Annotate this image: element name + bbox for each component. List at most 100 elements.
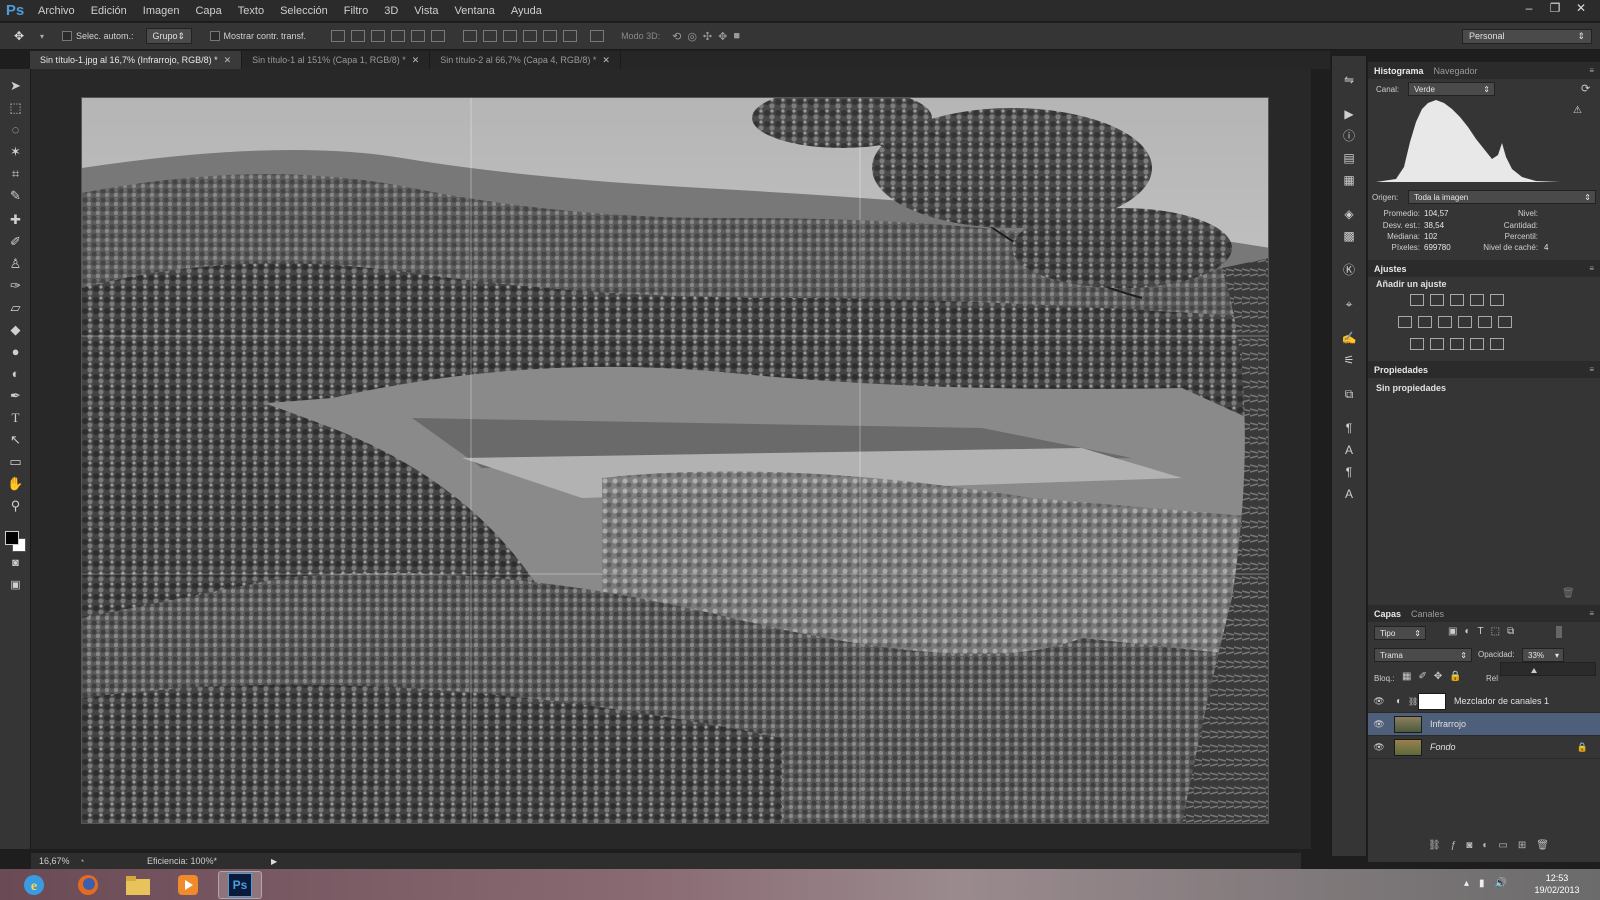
foreground-color-swatch[interactable]	[5, 531, 19, 545]
brush-panel-icon[interactable]: ⚟	[1341, 352, 1357, 368]
show-transform-checkbox[interactable]	[209, 31, 220, 41]
show-transform-option[interactable]: Mostrar contr. transf.	[209, 31, 306, 41]
type-tool-icon[interactable]: T	[7, 409, 24, 426]
menu-texto[interactable]: Texto	[230, 5, 272, 17]
landscape-image[interactable]	[81, 97, 1269, 824]
lock-all-icon[interactable]: 🔒	[1449, 671, 1461, 682]
curves-icon[interactable]	[1450, 294, 1464, 306]
new-layer-icon[interactable]: ⊞	[1518, 840, 1526, 851]
levels-icon[interactable]	[1430, 294, 1444, 306]
menu-seleccion[interactable]: Selección	[272, 5, 336, 17]
channel-dropdown[interactable]: Verde ⇕	[1408, 82, 1495, 96]
status-menu-arrow-icon[interactable]: ▶	[271, 857, 277, 866]
brush-tool-icon[interactable]: ✐	[7, 233, 24, 250]
distribute-top-icon[interactable]	[463, 30, 478, 42]
brightness-contrast-icon[interactable]	[1410, 294, 1424, 306]
align-vcenter-icon[interactable]	[351, 30, 366, 42]
menu-ventana[interactable]: Ventana	[447, 5, 503, 17]
lock-transparent-icon[interactable]: ▦	[1402, 671, 1411, 682]
path-selection-tool-icon[interactable]: ↖	[7, 431, 24, 448]
layer-row[interactable]: 👁 Infrarrojo	[1368, 713, 1600, 736]
auto-select-dropdown[interactable]: Grupo ⇕	[145, 28, 192, 44]
selective-color-icon[interactable]	[1470, 338, 1484, 350]
distribute-hcenter-icon[interactable]	[543, 30, 558, 42]
photo-filter-icon[interactable]	[1458, 316, 1472, 328]
character-panel-icon[interactable]: A	[1341, 442, 1357, 458]
opacity-slider[interactable]	[1500, 662, 1596, 676]
hand-tool-icon[interactable]: ✋	[7, 475, 24, 492]
move-tool-icon[interactable]: ➤	[7, 77, 24, 94]
firefox-icon[interactable]	[66, 871, 110, 899]
trash-icon[interactable]: 🗑	[1562, 588, 1575, 599]
blur-tool-icon[interactable]: ●	[7, 343, 24, 360]
notes-panel-icon[interactable]: ▤	[1341, 150, 1357, 166]
magic-wand-tool-icon[interactable]: ✶	[7, 143, 24, 160]
clone-source-panel-icon[interactable]: ⧉	[1341, 386, 1357, 402]
panel-menu-icon[interactable]: ≡	[1589, 609, 1594, 618]
swatches-panel-icon[interactable]: ▩	[1341, 228, 1357, 244]
new-adjustment-icon[interactable]: ◐	[1482, 840, 1488, 851]
scale-3d-icon[interactable]: ■	[733, 30, 740, 43]
filter-smart-object-icon[interactable]: ⧉	[1507, 626, 1514, 637]
panel-menu-icon[interactable]: ≡	[1589, 365, 1594, 374]
paths-panel-icon[interactable]: ⌖	[1341, 296, 1357, 312]
3d-panel-icon[interactable]: ◈	[1341, 206, 1357, 222]
healing-brush-tool-icon[interactable]: ✚	[7, 211, 24, 228]
exposure-icon[interactable]	[1470, 294, 1484, 306]
tray-expand-icon[interactable]: ▴	[1464, 878, 1469, 889]
menu-imagen[interactable]: Imagen	[135, 5, 188, 17]
delete-layer-icon[interactable]: 🗑	[1536, 840, 1549, 851]
vibrance-icon[interactable]	[1490, 294, 1504, 306]
layer-row[interactable]: 👁 Fondo 🔒	[1368, 736, 1600, 759]
distribute-right-icon[interactable]	[563, 30, 578, 42]
hue-saturation-icon[interactable]	[1398, 316, 1412, 328]
lasso-tool-icon[interactable]: ◌	[7, 121, 24, 138]
close-tab-icon[interactable]: ✕	[224, 55, 232, 65]
source-dropdown[interactable]: Toda la imagen ⇕	[1408, 190, 1596, 204]
layer-row[interactable]: 👁 ◐ ⛓ Mezclador de canales 1	[1368, 690, 1600, 713]
layer-mask-thumbnail[interactable]	[1418, 692, 1446, 710]
panel-menu-icon[interactable]: ≡	[1589, 66, 1594, 75]
crop-tool-icon[interactable]: ⌗	[7, 165, 24, 182]
threshold-icon[interactable]	[1450, 338, 1464, 350]
filter-pixel-icon[interactable]: ▣	[1448, 626, 1457, 637]
close-tab-icon[interactable]: ✕	[412, 55, 420, 65]
posterize-icon[interactable]	[1430, 338, 1444, 350]
menu-filtro[interactable]: Filtro	[336, 5, 376, 17]
align-right-icon[interactable]	[431, 30, 446, 42]
file-explorer-icon[interactable]	[116, 871, 160, 899]
opacity-field[interactable]: 33% ▾	[1522, 648, 1564, 662]
tab-properties[interactable]: Propiedades	[1374, 365, 1428, 375]
visibility-eye-icon[interactable]: 👁	[1368, 742, 1390, 753]
tab-adjustments[interactable]: Ajustes	[1374, 264, 1407, 274]
menu-edicion[interactable]: Edición	[83, 5, 135, 17]
eraser-tool-icon[interactable]: ▱	[7, 299, 24, 316]
clock[interactable]: 12:53 19/02/2013	[1522, 872, 1592, 896]
lock-position-icon[interactable]: ✥	[1434, 671, 1442, 682]
warning-icon[interactable]: ⚠	[1573, 105, 1582, 116]
tab-channels[interactable]: Canales	[1411, 609, 1444, 619]
align-left-icon[interactable]	[391, 30, 406, 42]
info-panel-icon[interactable]: ⓘ	[1341, 128, 1357, 144]
rotate-3d-icon[interactable]: ⟲	[672, 30, 681, 43]
marquee-tool-icon[interactable]: ⬚	[7, 99, 24, 116]
layer-style-icon[interactable]: ƒ	[1451, 840, 1457, 851]
auto-select-checkbox[interactable]	[62, 31, 72, 41]
internet-explorer-icon[interactable]: e	[12, 871, 56, 899]
layer-filter-dropdown[interactable]: Tipo ⇕	[1374, 626, 1426, 640]
info-icon[interactable]: ◔	[79, 856, 93, 866]
distribute-left-icon[interactable]	[523, 30, 538, 42]
move-tool-icon[interactable]: ✥	[14, 29, 40, 43]
invert-icon[interactable]	[1410, 338, 1424, 350]
zoom-tool-icon[interactable]: ⚲	[7, 497, 24, 514]
tab-layers[interactable]: Capas	[1374, 609, 1401, 619]
auto-select-option[interactable]: Selec. autom.:	[62, 31, 134, 41]
align-hcenter-icon[interactable]	[411, 30, 426, 42]
opacity-slider-handle[interactable]	[1531, 668, 1537, 673]
auto-align-icon[interactable]	[590, 30, 605, 42]
paragraph-styles-panel-icon[interactable]: ¶	[1341, 464, 1357, 480]
document-tab-1[interactable]: Sin título-1.jpg al 16,7% (Infrarrojo, R…	[30, 51, 243, 69]
align-bottom-icon[interactable]	[371, 30, 386, 42]
menu-archivo[interactable]: Archivo	[30, 5, 83, 17]
layer-comps-panel-icon[interactable]: ▦	[1341, 172, 1357, 188]
